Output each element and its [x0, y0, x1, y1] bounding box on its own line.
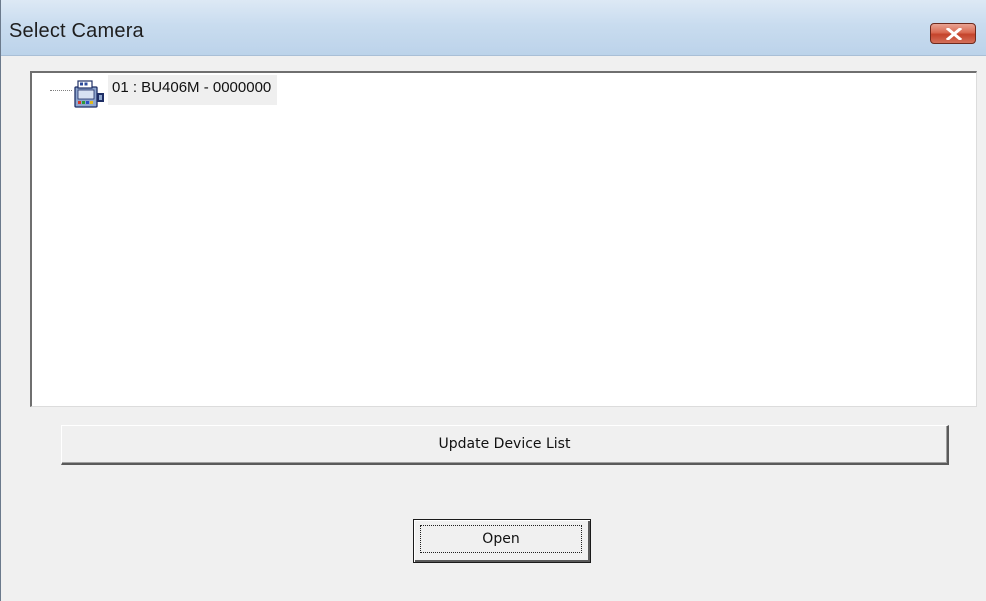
camera-icon	[74, 80, 104, 108]
window-title: Select Camera	[9, 20, 144, 42]
dialog-body: 01 : BU406M - 0000000 Update Device List…	[10, 57, 986, 601]
select-camera-dialog: Select Camera 01: BU406M - 0000000 Upda…	[0, 0, 986, 601]
tree-connector	[50, 90, 72, 91]
open-button[interactable]: Open	[413, 519, 591, 563]
close-icon	[946, 28, 962, 40]
title-bar[interactable]: Select Camera	[1, 0, 986, 56]
open-button-label: Open	[420, 525, 582, 553]
device-tree[interactable]: 01 : BU406M - 0000000	[30, 71, 977, 407]
update-device-list-button[interactable]: Update Device List	[61, 425, 949, 465]
close-button[interactable]	[930, 23, 976, 44]
tree-item-device[interactable]: 01 : BU406M - 0000000	[46, 75, 348, 111]
device-label[interactable]: 01 : BU406M - 0000000	[108, 75, 278, 105]
